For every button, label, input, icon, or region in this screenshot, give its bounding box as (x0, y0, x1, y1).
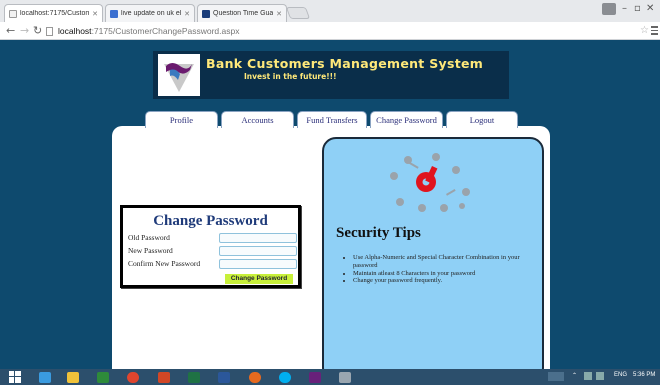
key-icon (416, 166, 438, 192)
chrome-icon[interactable] (122, 370, 144, 384)
firefox-icon[interactable] (244, 370, 266, 384)
windows-taskbar: ⌃ ENG 5:36 PM (0, 369, 660, 385)
tray-arrow-icon[interactable]: ⌃ (572, 372, 577, 379)
form-title: Change Password (153, 213, 268, 229)
nav-tab-profile[interactable]: Profile (145, 111, 218, 128)
skype-icon[interactable] (274, 370, 296, 384)
window-close-icon[interactable]: ✕ (646, 3, 654, 14)
reload-icon[interactable]: ↻ (33, 24, 42, 38)
gray-app-icon[interactable] (334, 370, 356, 384)
user-profile-icon[interactable] (602, 3, 616, 15)
change-password-button[interactable]: Change Password (225, 274, 293, 284)
close-icon[interactable]: ✕ (276, 10, 282, 18)
browser-tab-title: live update on uk election (121, 10, 182, 17)
volume-icon[interactable] (596, 372, 604, 380)
site-title: Bank Customers Management System (206, 56, 484, 71)
visual-studio-icon[interactable] (304, 370, 326, 384)
new-tab-button[interactable] (285, 7, 311, 19)
language-indicator[interactable]: ENG (614, 372, 627, 378)
security-tips-title: Security Tips (336, 225, 421, 241)
change-password-form: Change Password Old Password New Passwor… (120, 205, 301, 288)
nav-tab-fund-transfers[interactable]: Fund Transfers (297, 111, 367, 128)
network-icon[interactable] (584, 372, 592, 380)
old-password-label: Old Password (128, 233, 170, 242)
site-tagline: Invest in the future!!! (244, 72, 337, 81)
nav-tab-accounts[interactable]: Accounts (221, 111, 294, 128)
security-tips-list: Use Alpha-Numeric and Special Character … (343, 254, 533, 285)
browser-tab-title: Question Time Guardian (213, 10, 274, 17)
excel-icon[interactable] (183, 370, 205, 384)
file-explorer-icon[interactable] (62, 370, 84, 384)
browser-tab-title: localhost:7175/Customer (20, 10, 89, 17)
nav-tab-change-password[interactable]: Change Password (370, 111, 443, 128)
new-password-label: New Password (128, 246, 173, 255)
restore-icon[interactable]: ▫ (634, 3, 641, 14)
keys-illustration (386, 152, 476, 218)
confirm-password-label: Confirm New Password (128, 259, 201, 268)
nav-tab-logout[interactable]: Logout (446, 111, 518, 128)
powerpoint-icon[interactable] (153, 370, 175, 384)
tip-item: Use Alpha-Numeric and Special Character … (353, 254, 533, 270)
browser-tab-1[interactable]: localhost:7175/Customer ✕ (4, 4, 103, 22)
start-button-icon[interactable] (4, 370, 26, 384)
close-icon[interactable]: ✕ (184, 10, 190, 18)
guardian-icon (202, 9, 210, 18)
browser-tab-2[interactable]: live update on uk election ✕ (105, 4, 195, 22)
page-icon (9, 9, 17, 18)
browser-menu-icon[interactable] (651, 26, 658, 35)
minimize-icon[interactable]: – (622, 3, 627, 14)
page-icon (46, 26, 53, 36)
browser-tab-3[interactable]: Question Time Guardian ✕ (197, 4, 287, 22)
bookmark-star-icon[interactable]: ☆ (640, 25, 649, 36)
green-app-icon[interactable] (92, 370, 114, 384)
confirm-password-field[interactable] (219, 259, 297, 269)
new-password-field[interactable] (219, 246, 297, 256)
keyboard-icon[interactable] (548, 372, 564, 381)
browser-tab-bar: localhost:7175/Customer ✕ live update on… (0, 0, 660, 22)
tip-item: Maintain atleast 8 Characters in your pa… (353, 270, 533, 278)
internet-explorer-icon[interactable] (34, 370, 56, 384)
old-password-field[interactable] (219, 233, 297, 243)
tip-item: Change your password frequently. (353, 277, 533, 285)
address-bar-row: ← → ↻ localhost :7175/CustomerChangePass… (0, 22, 660, 40)
clock[interactable]: 5:36 PM (633, 372, 655, 378)
url-host: localhost (58, 26, 92, 36)
url-field[interactable]: localhost :7175/CustomerChangePassword.a… (46, 24, 641, 38)
bank-logo (158, 54, 200, 96)
word-icon[interactable] (213, 370, 235, 384)
url-path: :7175/CustomerChangePassword.aspx (91, 26, 240, 36)
bing-icon (110, 9, 118, 18)
forward-arrow-icon[interactable]: → (20, 24, 29, 38)
back-arrow-icon[interactable]: ← (6, 24, 15, 38)
close-icon[interactable]: ✕ (92, 10, 98, 18)
